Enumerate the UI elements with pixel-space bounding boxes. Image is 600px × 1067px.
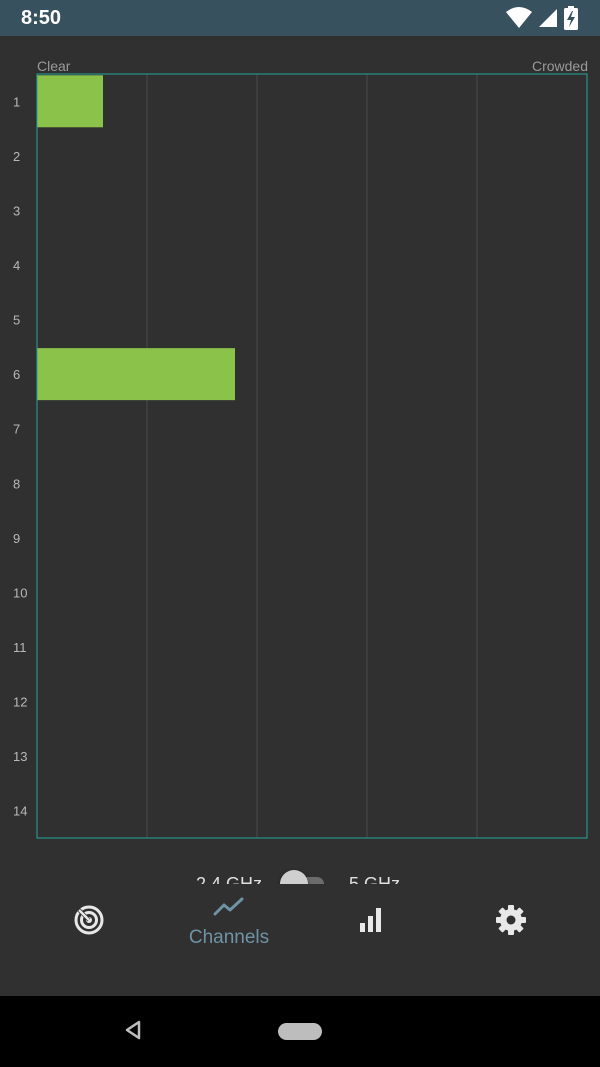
channel-tick-label: 9	[13, 531, 20, 546]
nav-channels-label: Channels	[188, 926, 270, 948]
channel-bar	[37, 75, 103, 128]
radar-icon	[73, 904, 105, 941]
nav-radar[interactable]	[19, 884, 159, 960]
channel-tick-label: 10	[13, 585, 27, 600]
channel-tick-label: 12	[13, 695, 27, 710]
nav-channels[interactable]: Channels	[159, 884, 299, 960]
status-icons	[506, 6, 578, 30]
back-icon[interactable]	[124, 1020, 142, 1045]
channel-rating-chart: 1234567891011121314	[13, 73, 588, 839]
channel-tick-label: 11	[13, 640, 27, 655]
channel-tick-label: 5	[13, 313, 20, 328]
home-icon[interactable]	[278, 1023, 322, 1040]
nav-signal-strength[interactable]	[301, 884, 441, 960]
channel-tick-label: 14	[13, 804, 27, 819]
channel-tick-label: 1	[13, 94, 20, 109]
channel-rating-screen: Clear Crowded 1234567891011121314 2.4 GH…	[0, 36, 600, 996]
channel-bar	[37, 348, 235, 401]
channel-tick-label: 13	[13, 749, 27, 764]
channel-tick-label: 2	[13, 149, 20, 164]
status-time: 8:50	[21, 7, 62, 29]
system-navigation-bar	[0, 996, 600, 1067]
cell-signal-icon	[538, 8, 558, 28]
channel-tick-label: 7	[13, 422, 20, 437]
wifi-icon	[506, 7, 532, 29]
chart-frame	[36, 73, 588, 839]
bottom-navigation: Channels	[0, 884, 600, 960]
signal-bars-icon	[358, 907, 384, 938]
channel-tick-label: 8	[13, 476, 20, 491]
channels-graph-icon	[213, 896, 245, 923]
status-bar: 8:50	[0, 0, 600, 36]
channel-tick-label: 4	[13, 258, 20, 273]
channel-tick-label: 6	[13, 367, 20, 382]
channel-tick-label: 3	[13, 203, 20, 218]
settings-gear-icon	[495, 904, 527, 941]
nav-settings[interactable]	[441, 884, 581, 960]
battery-charging-icon	[564, 6, 578, 30]
